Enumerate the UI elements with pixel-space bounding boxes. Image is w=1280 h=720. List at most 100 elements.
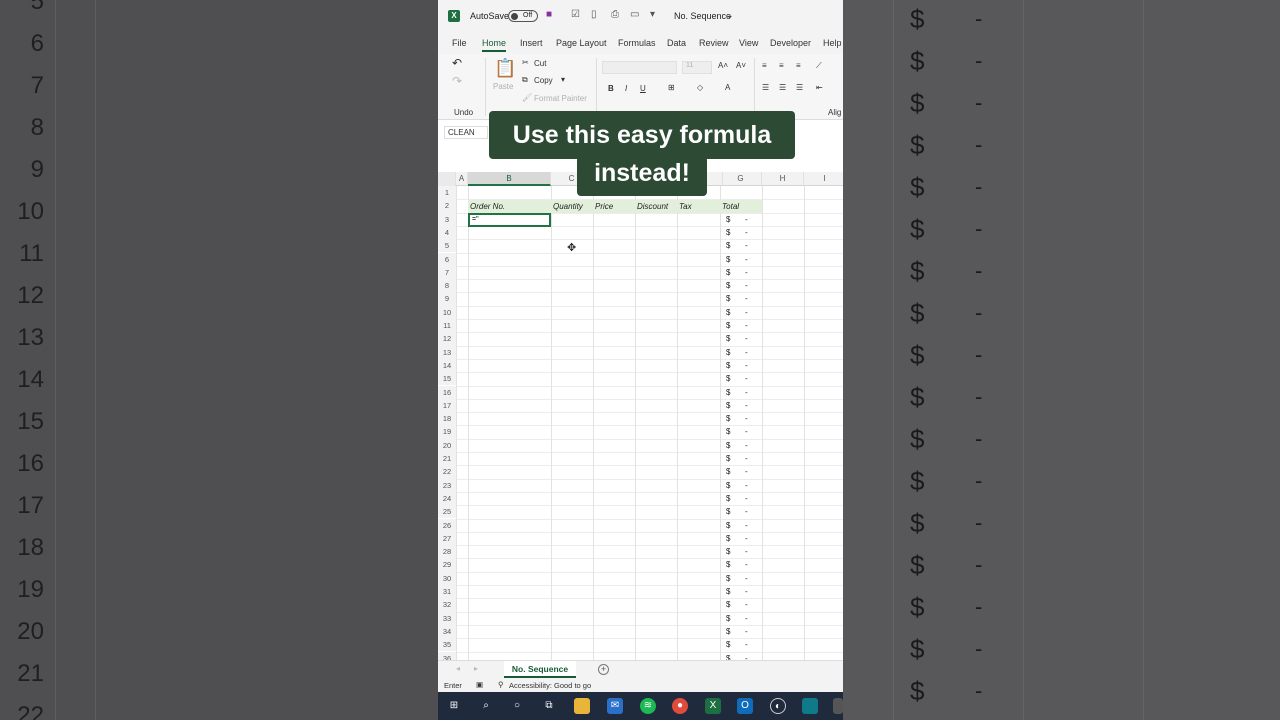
align-bottom-icon[interactable]: ≡ [796, 61, 801, 70]
total-cell[interactable]: $ - [726, 612, 754, 625]
total-cell[interactable]: $ - [726, 625, 754, 638]
tab-view[interactable]: View [739, 38, 758, 48]
row-header[interactable]: 14 [438, 358, 456, 373]
tab-formulas[interactable]: Formulas [618, 38, 656, 48]
total-cell[interactable]: $ - [726, 292, 754, 305]
total-cell[interactable]: $ - [726, 279, 754, 292]
column-header-h[interactable]: H [762, 172, 804, 186]
row-header[interactable]: 21 [438, 452, 456, 466]
row-header[interactable]: 12 [438, 332, 456, 346]
cortana-icon[interactable]: ○ [509, 698, 525, 714]
total-cell[interactable]: $ - [726, 545, 754, 558]
row-header[interactable]: 10 [438, 305, 456, 319]
row-header[interactable]: 30 [438, 571, 456, 585]
total-cell[interactable]: $ - [726, 266, 754, 279]
header-price[interactable]: Price [593, 200, 635, 213]
total-cell[interactable]: $ - [726, 479, 754, 492]
align-center-icon[interactable]: ☰ [779, 83, 786, 92]
row-header[interactable]: 5 [438, 239, 456, 253]
row-header[interactable]: 2 [438, 199, 456, 213]
total-cell[interactable]: $ - [726, 372, 754, 385]
spotify-icon[interactable]: ≋ [640, 698, 656, 714]
total-cell[interactable]: $ - [726, 638, 754, 651]
row-header[interactable]: 16 [438, 385, 456, 399]
row-header[interactable]: 8 [438, 279, 456, 293]
tab-insert[interactable]: Insert [520, 38, 543, 48]
paste-button[interactable]: Paste [493, 82, 513, 91]
total-cell[interactable]: $ - [726, 439, 754, 452]
tab-review[interactable]: Review [699, 38, 729, 48]
accessibility-icon[interactable]: ⚲ [498, 680, 504, 689]
total-cell[interactable]: $ - [726, 359, 754, 372]
print-icon[interactable]: ⎙ [611, 9, 619, 20]
file-explorer-icon[interactable] [574, 698, 590, 714]
total-cell[interactable]: $ - [726, 492, 754, 505]
macro-record-icon[interactable]: ▣ [476, 680, 483, 689]
row-header[interactable]: 1 [438, 186, 456, 200]
row-header[interactable]: 22 [438, 465, 456, 479]
total-cell[interactable]: $ - [726, 425, 754, 438]
file-name[interactable]: No. Sequence [674, 11, 731, 21]
total-cell[interactable]: $ - [726, 572, 754, 585]
new-file-icon[interactable]: ▯ [591, 9, 597, 20]
windows-start-icon[interactable]: ⊞ [446, 698, 462, 714]
worksheet-grid[interactable]: A B C G H I 1 2 3 $ -4 $ -5 $ -6 $ -7 $ -8 $ -9 $ -10 $ -1… [438, 172, 843, 660]
align-left-icon[interactable]: ☰ [762, 83, 769, 92]
active-cell[interactable]: =" [468, 213, 551, 227]
format-painter-button[interactable]: Format Painter [534, 94, 587, 103]
row-header[interactable]: 15 [438, 372, 456, 386]
tab-home[interactable]: Home [482, 38, 507, 52]
total-cell[interactable]: $ - [726, 239, 754, 252]
font-size-select[interactable]: 11 [682, 61, 712, 74]
scroll-left-icon[interactable]: ◂ [456, 664, 460, 673]
column-header-g[interactable]: G [720, 172, 762, 186]
task-view-icon[interactable]: ⧉ [541, 698, 557, 714]
align-top-icon[interactable]: ≡ [762, 61, 767, 70]
total-cell[interactable]: $ - [726, 412, 754, 425]
tab-help[interactable]: Help [823, 38, 842, 48]
row-header[interactable]: 36 [438, 651, 456, 660]
total-cell[interactable]: $ - [726, 532, 754, 545]
column-header-a[interactable]: A [456, 172, 468, 186]
format-icon[interactable]: ☑ [571, 9, 580, 20]
row-header[interactable]: 28 [438, 545, 456, 559]
sheet-tab-no-sequence[interactable]: No. Sequence [504, 661, 576, 678]
row-header[interactable]: 11 [438, 319, 456, 333]
chrome-icon[interactable]: ● [672, 698, 688, 714]
cut-icon[interactable]: ✂ [522, 58, 529, 67]
decrease-font-icon[interactable]: A˅ [736, 61, 746, 70]
tab-developer[interactable]: Developer [770, 38, 811, 48]
tab-file[interactable]: File [452, 38, 467, 48]
header-order-no[interactable]: Order No. [468, 200, 551, 213]
total-cell[interactable]: $ - [726, 226, 754, 239]
redo-icon[interactable]: ↷ [452, 74, 462, 88]
total-cell[interactable]: $ - [726, 346, 754, 359]
copy-dropdown-icon[interactable]: ▾ [561, 75, 565, 84]
customize-icon[interactable]: ▾ [650, 9, 655, 20]
total-cell[interactable]: $ - [726, 332, 754, 345]
row-header[interactable]: 13 [438, 345, 456, 359]
save-icon[interactable]: ■ [546, 9, 552, 20]
row-header[interactable]: 32 [438, 598, 456, 612]
total-cell[interactable]: $ - [726, 452, 754, 465]
tab-page-layout[interactable]: Page Layout [556, 38, 607, 48]
copy-icon[interactable]: ⧉ [522, 75, 528, 85]
total-cell[interactable]: $ - [726, 585, 754, 598]
total-cell[interactable]: $ - [726, 213, 754, 226]
total-cell[interactable]: $ - [726, 558, 754, 571]
search-icon[interactable]: ⌕ [478, 698, 494, 714]
total-cell[interactable]: $ - [726, 465, 754, 478]
bold-button[interactable]: B [608, 84, 614, 93]
row-header[interactable]: 35 [438, 638, 456, 652]
chevron-down-icon[interactable]: ⌄ [726, 10, 734, 21]
header-tax[interactable]: Tax [677, 200, 720, 213]
row-header[interactable]: 20 [438, 438, 456, 452]
row-header[interactable]: 25 [438, 505, 456, 519]
undo-icon[interactable]: ↶ [452, 56, 462, 70]
underline-button[interactable]: U [640, 84, 646, 93]
orientation-icon[interactable]: ⟋ [816, 61, 822, 71]
indent-icon[interactable]: ⇤ [816, 83, 823, 92]
total-cell[interactable]: $ - [726, 319, 754, 332]
mail-icon[interactable]: ✉ [607, 698, 623, 714]
row-header[interactable]: 6 [438, 252, 456, 266]
